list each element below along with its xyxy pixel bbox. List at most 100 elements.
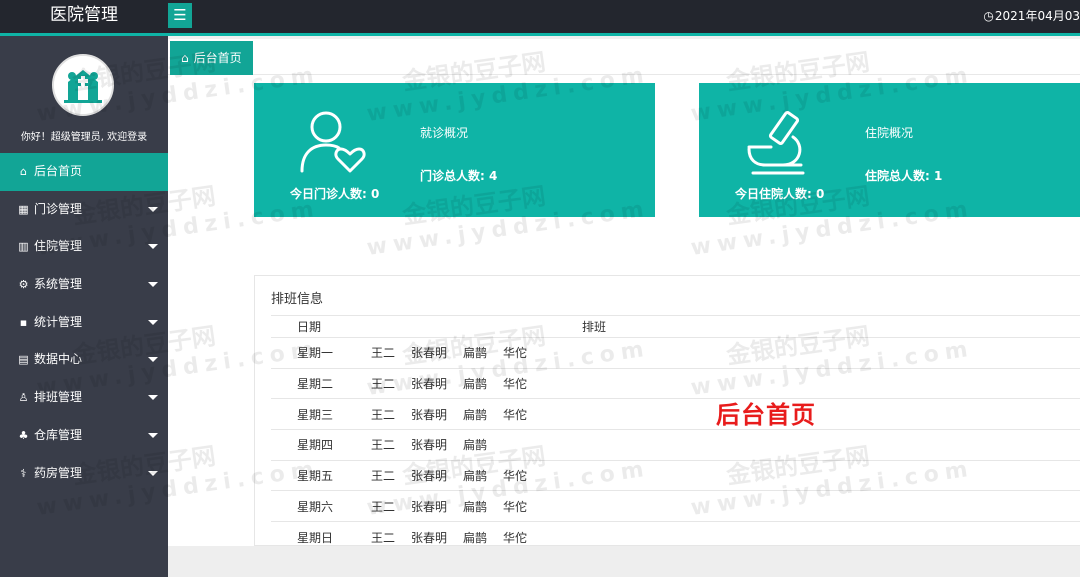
chevron-down-icon <box>148 395 158 401</box>
chevron-down-icon <box>148 319 158 325</box>
microscope-icon <box>747 110 805 175</box>
sidebar-item-label: 数据中心 <box>34 352 83 367</box>
tab-label: 后台首页 <box>193 51 242 65</box>
staff-name: 王二 <box>371 530 396 545</box>
table-header-row: 日期 排班 <box>271 315 1080 338</box>
staff-name: 张春明 <box>411 469 448 484</box>
schedule-staff: 王二 张春明 扁鹊 华佗 <box>371 490 1080 522</box>
table-row: 星期五 王二 张春明 扁鹊 华佗 <box>271 459 1080 491</box>
table-row: 星期四 王二 张春明 扁鹊 <box>271 429 1080 461</box>
table-row: 星期一 王二 张春明 扁鹊 华佗 <box>271 337 1080 369</box>
inpatient-total: 住院总人数: 1 <box>865 169 943 183</box>
warehouse-icon: ♣ <box>18 428 29 442</box>
sidebar-item-label: 住院管理 <box>34 239 83 254</box>
sidebar-item-5[interactable]: ▤ 数据中心 <box>0 341 168 379</box>
inpatient-card-title: 住院概况 <box>865 126 914 140</box>
file-icon: ▤ <box>18 353 29 367</box>
staff-name: 华佗 <box>503 346 528 361</box>
monitor-icon: ▪ <box>19 315 28 329</box>
sidebar-item-2[interactable]: ▥ 住院管理 <box>0 228 168 266</box>
staff-name: 张春明 <box>411 407 448 422</box>
schedule-day: 星期六 <box>271 490 371 522</box>
staff-name: 扁鹊 <box>463 377 488 392</box>
staff-name: 张春明 <box>411 377 448 392</box>
chevron-down-icon <box>148 357 158 363</box>
date-text: 2021年04月03 <box>994 9 1080 23</box>
staff-name: 扁鹊 <box>463 407 488 422</box>
today-outpatient-count: 今日门诊人数: 0 <box>290 187 380 201</box>
schedule-staff: 王二 张春明 扁鹊 <box>371 429 1080 461</box>
tab-home[interactable]: ⌂ 后台首页 <box>170 41 253 75</box>
home-icon: ⌂ <box>20 165 27 178</box>
schedule-table: 日期 排班 星期一 王二 张春明 扁鹊 华佗 星期二 王二 张春明 扁鹊 华佗 星期三 王二 张春明 扁鹊… <box>271 315 1080 553</box>
staff-name: 扁鹊 <box>463 346 488 361</box>
staff-name: 张春明 <box>411 530 448 545</box>
table-row: 星期二 王二 张春明 扁鹊 华佗 <box>271 367 1080 399</box>
grid-icon: ▦ <box>18 202 29 216</box>
avatar <box>52 54 114 116</box>
staff-name: 王二 <box>371 346 396 361</box>
schedule-day: 星期二 <box>271 367 371 399</box>
staff-name: 王二 <box>371 407 396 422</box>
footer-strip <box>168 546 1080 577</box>
column-header-schedule: 排班 <box>371 315 1080 338</box>
chevron-down-icon <box>148 432 158 438</box>
table-row: 星期六 王二 张春明 扁鹊 华佗 <box>271 490 1080 522</box>
patient-heart-icon <box>300 111 366 173</box>
staff-name: 王二 <box>371 499 396 514</box>
staff-name: 华佗 <box>503 499 528 514</box>
sidebar-item-label: 统计管理 <box>34 314 83 329</box>
sidebar-item-label: 排班管理 <box>34 390 83 405</box>
date-display: ◷2021年04月03 <box>983 0 1080 33</box>
table-row: 星期三 王二 张春明 扁鹊 华佗 <box>271 398 1080 430</box>
sidebar-item-label: 药房管理 <box>34 465 83 480</box>
sidebar-item-6[interactable]: ♙ 排班管理 <box>0 379 168 417</box>
outpatient-total: 门诊总人数: 4 <box>420 169 498 183</box>
pharmacy-icon: ⚕ <box>20 466 27 480</box>
book-icon: ▥ <box>18 240 29 254</box>
top-bar: 医院管理 ☰ ◷2021年04月03 <box>0 0 1080 36</box>
staff-name: 张春明 <box>411 438 448 453</box>
staff-name: 华佗 <box>503 377 528 392</box>
outpatient-card: 今日门诊人数: 0 就诊概况 门诊总人数: 4 <box>254 83 655 217</box>
staff-name: 华佗 <box>503 469 528 484</box>
gear-icon: ⚙ <box>18 278 29 292</box>
sidebar-item-label: 后台首页 <box>34 164 83 178</box>
sidebar-item-label: 系统管理 <box>34 277 83 292</box>
schedule-day: 星期四 <box>271 429 371 461</box>
sidebar-item-0[interactable]: ⌂ 后台首页 <box>0 153 168 191</box>
sidebar-item-8[interactable]: ⚕ 药房管理 <box>0 455 168 493</box>
chevron-down-icon <box>148 282 158 288</box>
schedule-panel: 排班信息 日期 排班 星期一 王二 张春明 扁鹊 华佗 星期二 王二 张春明 扁鹊 华佗 星期三 王二… <box>254 275 1080 553</box>
schedule-staff: 王二 张春明 扁鹊 华佗 <box>371 459 1080 491</box>
schedule-staff: 王二 张春明 扁鹊 华佗 <box>371 337 1080 369</box>
staff-name: 王二 <box>371 438 396 453</box>
overlay-caption: 后台首页 <box>716 401 816 429</box>
clock-icon: ◷ <box>983 9 994 23</box>
staff-name: 王二 <box>371 469 396 484</box>
sidebar-item-4[interactable]: ▪ 统计管理 <box>0 304 168 342</box>
sidebar-item-1[interactable]: ▦ 门诊管理 <box>0 191 168 229</box>
chevron-down-icon <box>148 206 158 212</box>
sidebar: 你好！超级管理员, 欢迎登录 ⌂ 后台首页 ▦ 门诊管理 ▥ 住院管理 ⚙ 系统管理 ▪ 统计管理… <box>0 36 168 577</box>
column-header-date: 日期 <box>271 315 371 338</box>
sidebar-item-7[interactable]: ♣ 仓库管理 <box>0 417 168 455</box>
staff-name: 张春明 <box>411 346 448 361</box>
schedule-day: 星期五 <box>271 459 371 491</box>
staff-name: 张春明 <box>411 499 448 514</box>
staff-name: 扁鹊 <box>463 438 488 453</box>
tab-bar: ⌂ 后台首页 <box>168 39 1080 75</box>
sidebar-item-3[interactable]: ⚙ 系统管理 <box>0 266 168 304</box>
schedule-day: 星期三 <box>271 398 371 430</box>
staff-name: 华佗 <box>503 407 528 422</box>
hospital-logo-icon <box>54 56 112 114</box>
main-content: ⌂ 后台首页 今日门诊人数: 0 就诊概况 门诊总人数: 4 今日住院人数: 0 … <box>168 39 1080 553</box>
sidebar-item-label: 门诊管理 <box>34 201 83 216</box>
chevron-down-icon <box>148 470 158 476</box>
staff-name: 扁鹊 <box>463 499 488 514</box>
today-inpatient-count: 今日住院人数: 0 <box>735 187 825 201</box>
user-icon: ♙ <box>18 391 29 405</box>
menu-toggle-button[interactable]: ☰ <box>168 3 192 28</box>
outpatient-card-title: 就诊概况 <box>420 126 469 140</box>
schedule-title: 排班信息 <box>271 292 324 307</box>
